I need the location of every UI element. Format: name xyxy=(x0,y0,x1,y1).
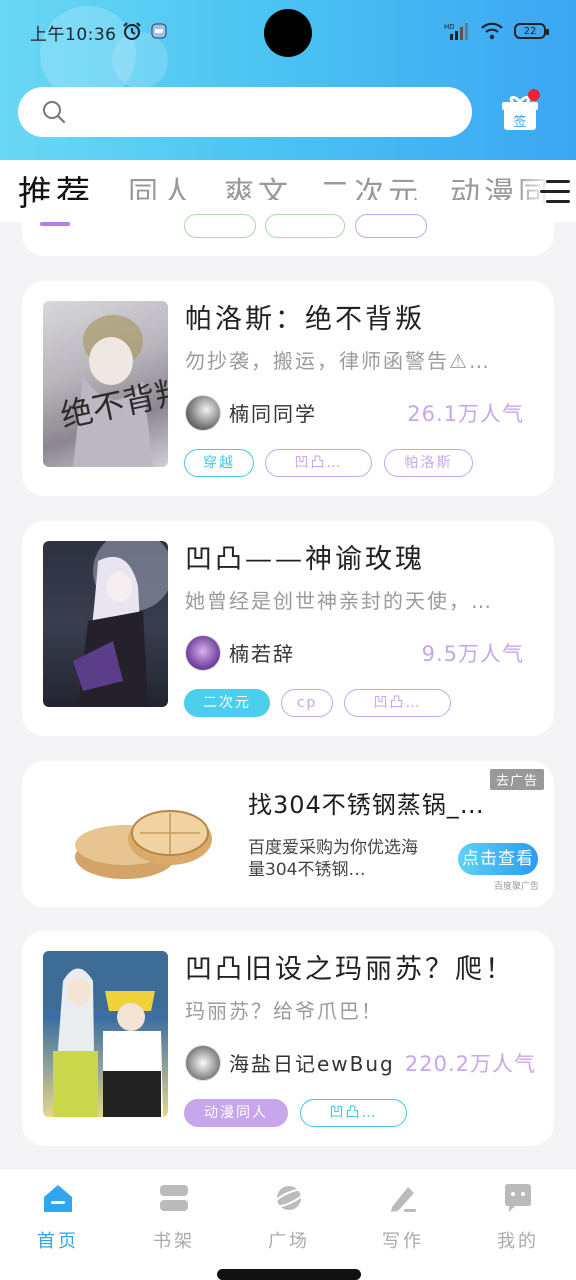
author-name: 楠若辞 xyxy=(229,642,295,666)
author-avatar xyxy=(185,635,221,671)
tag-partial xyxy=(184,214,256,238)
book-description: 她曾经是创世神亲封的天使，… xyxy=(185,589,493,613)
steamer-image xyxy=(75,810,212,879)
svg-text:HD: HD xyxy=(444,23,455,31)
nav-profile[interactable]: 我的 xyxy=(478,1181,558,1253)
bookshelf-icon xyxy=(160,1185,188,1211)
author-avatar xyxy=(185,395,221,431)
tag-partial xyxy=(265,214,345,238)
nav-label: 首页 xyxy=(37,1231,79,1252)
book-description: 勿抄袭，搬运，律师函警告⚠… xyxy=(185,349,491,373)
tag[interactable]: 帕洛斯 xyxy=(384,449,473,477)
nav-plaza[interactable]: 广场 xyxy=(249,1181,329,1253)
tag[interactable]: 凹凸… xyxy=(265,449,372,477)
planet-icon xyxy=(272,1186,306,1210)
ad-source: 百度聚广告 xyxy=(494,882,540,892)
book-description: 玛丽苏？给爷爪巴！ xyxy=(185,999,383,1023)
popularity: 26.1万人气 xyxy=(407,402,524,426)
book-card[interactable]: 凹凸——神谕玫瑰 她曾经是创世神亲封的天使，… 楠若辞 9.5万人气 二次元 c… xyxy=(22,521,554,736)
wifi-icon xyxy=(481,22,503,40)
tag[interactable]: 穿越 xyxy=(184,449,254,477)
cover-art: 绝不背叛 xyxy=(57,315,168,467)
book-title: 帕洛斯：绝不背叛 xyxy=(185,304,425,335)
tag[interactable]: 凹凸… xyxy=(300,1099,407,1127)
author-avatar xyxy=(185,1045,221,1081)
pen-icon xyxy=(391,1187,416,1212)
header: 上午10:36 HD 22 签 xyxy=(0,0,576,160)
active-tab-indicator xyxy=(40,222,70,226)
author-name: 楠同同学 xyxy=(229,402,317,426)
cover-art xyxy=(43,951,168,1117)
signal-icon: HD xyxy=(444,23,468,40)
nav-label: 书架 xyxy=(153,1231,195,1252)
home-indicator xyxy=(217,1269,361,1280)
alarm-icon xyxy=(123,22,141,40)
tag[interactable]: 二次元 xyxy=(184,689,270,717)
author-name: 海盐日记ewBug xyxy=(229,1052,395,1076)
svg-text:签: 签 xyxy=(513,114,526,130)
book-title: 凹凸旧设之玛丽苏？爬！ xyxy=(185,954,515,985)
ad-card[interactable]: 找304不锈钢蒸锅_… 百度爱采购为你优选海量304不锈钢… 去广告 点击查看 … xyxy=(22,761,554,907)
popularity: 220.2万人气 xyxy=(404,1052,536,1076)
nav-label: 写作 xyxy=(382,1231,424,1252)
book-title: 凹凸——神谕玫瑰 xyxy=(185,544,425,575)
nav-home[interactable]: 首页 xyxy=(18,1181,98,1253)
book-cover: 绝不背叛 xyxy=(43,301,168,467)
search-icon xyxy=(43,101,66,124)
menu-icon[interactable] xyxy=(540,180,570,204)
search-input[interactable] xyxy=(18,87,472,137)
popularity: 9.5万人气 xyxy=(421,642,524,666)
book-card[interactable]: 绝不背叛 帕洛斯：绝不背叛 勿抄袭，搬运，律师函警告⚠… 楠同同学 26.1万人… xyxy=(22,281,554,496)
battery-indicator: 22 xyxy=(514,23,549,39)
notification-dot xyxy=(528,89,540,101)
ad-view-button[interactable]: 点击查看 xyxy=(458,843,538,875)
cover-art xyxy=(73,541,168,707)
tag-partial xyxy=(355,214,427,238)
home-icon xyxy=(44,1185,72,1212)
tag[interactable]: 凹凸… xyxy=(344,689,451,717)
status-time: 上午10:36 xyxy=(30,25,117,45)
app-notification-icon xyxy=(151,23,167,39)
ad-description: 百度爱采购为你优选海量304不锈钢… xyxy=(248,838,418,880)
camera-cutout xyxy=(264,9,312,57)
nav-label: 我的 xyxy=(497,1231,539,1252)
nav-bookshelf[interactable]: 书架 xyxy=(134,1181,214,1253)
book-cover xyxy=(43,951,168,1117)
book-card[interactable]: 凹凸旧设之玛丽苏？爬！ 玛丽苏？给爷爪巴！ 海盐日记ewBug 220.2万人气… xyxy=(22,931,554,1146)
tag[interactable]: cp xyxy=(281,689,333,717)
ad-title: 找304不锈钢蒸锅_… xyxy=(248,791,485,819)
nav-write[interactable]: 写作 xyxy=(363,1181,443,1253)
remove-ad-button[interactable]: 去广告 xyxy=(489,769,544,790)
nav-label: 广场 xyxy=(268,1231,310,1252)
bottom-navigation: 首页 书架 广场 写作 我的 xyxy=(0,1168,576,1280)
book-cover xyxy=(43,541,168,707)
book-card-partial[interactable] xyxy=(22,200,554,256)
profile-chat-icon xyxy=(505,1184,531,1212)
tag[interactable]: 动漫同人 xyxy=(184,1099,288,1127)
